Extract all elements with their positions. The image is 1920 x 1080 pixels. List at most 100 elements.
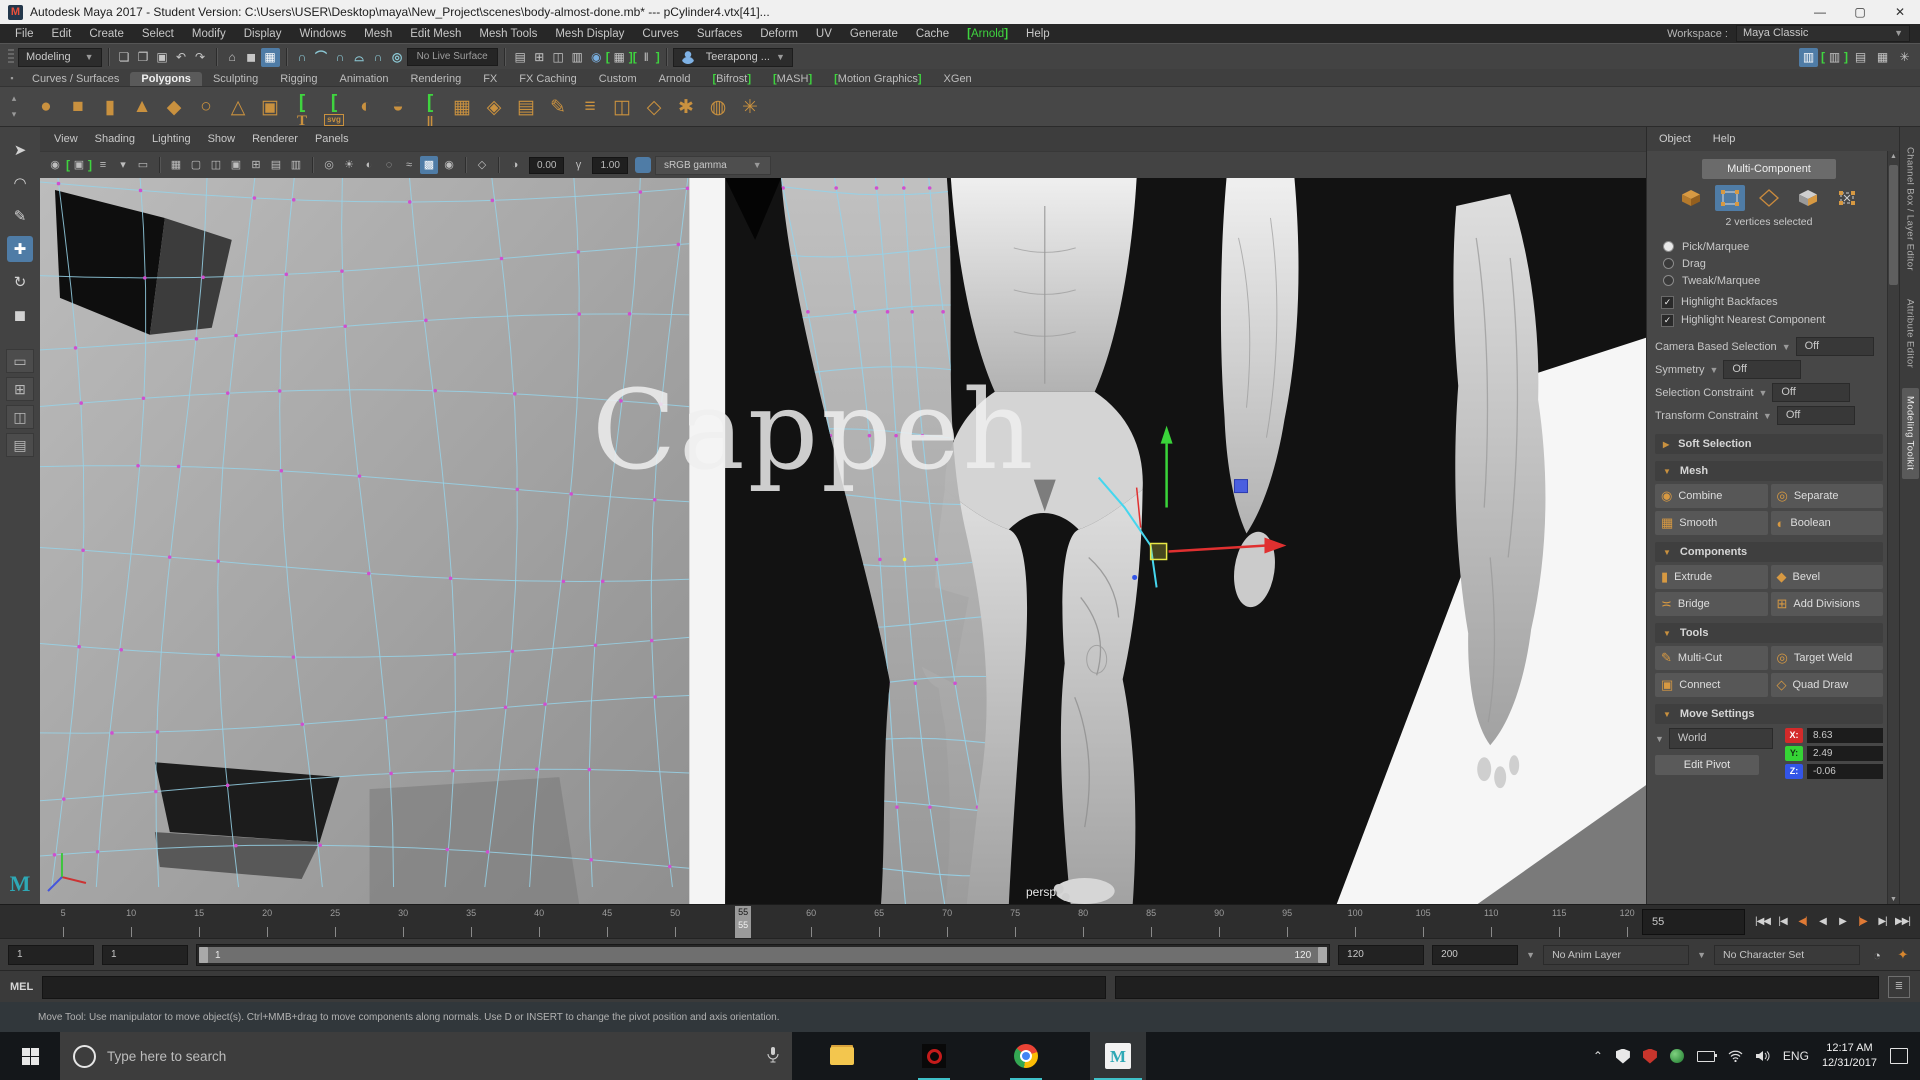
motion-blur-icon[interactable]: ≈ [400, 156, 418, 174]
toolkit-menu-object[interactable]: Object [1659, 133, 1691, 145]
select-tool[interactable]: ➤ [7, 137, 33, 163]
grip-handle[interactable] [8, 49, 14, 65]
menu-mesh-tools[interactable]: Mesh Tools [479, 28, 537, 40]
select-object-icon[interactable]: ◼ [242, 48, 261, 67]
radio-pick-marquee[interactable]: Pick/Marquee [1655, 238, 1883, 255]
paint-select-tool[interactable]: ✎ [7, 203, 33, 229]
lasso-select-tool[interactable]: ◠ [7, 170, 33, 196]
object-mode-button[interactable] [1676, 185, 1706, 211]
download-manager-icon[interactable] [1670, 1049, 1684, 1063]
range-end-handle[interactable] [1318, 947, 1327, 963]
gamma-icon[interactable]: γ [569, 156, 587, 174]
workspace-dropdown[interactable]: Maya Classic▼ [1736, 25, 1910, 42]
layout-outliner-icon[interactable]: ▥ [568, 48, 587, 67]
multi-component-mode-button[interactable] [1832, 185, 1862, 211]
tool-settings-toggle[interactable]: ▦ [1873, 48, 1892, 67]
layout-split-icon[interactable]: ◫ [549, 48, 568, 67]
mirror-geometry-icon[interactable]: ◫ [607, 92, 637, 122]
tray-chevron-icon[interactable]: ⌃ [1593, 1049, 1603, 1063]
step-forward-frame-button[interactable]: ▶| [1873, 912, 1892, 932]
range-bar[interactable]: 1 120 [199, 947, 1327, 963]
symmetry-value[interactable]: Off [1723, 360, 1801, 379]
menu-file[interactable]: File [15, 28, 34, 40]
layout-outliner-persp[interactable]: ▤ [6, 433, 34, 457]
gamma-field[interactable]: 1.00 [592, 157, 627, 174]
poly-pipe-icon[interactable]: ▣ [255, 92, 285, 122]
start-button[interactable] [0, 1032, 60, 1080]
menu-mesh-display[interactable]: Mesh Display [555, 28, 624, 40]
vertex-mode-button[interactable] [1715, 185, 1745, 211]
multi-cut-icon[interactable]: ✎ [543, 92, 573, 122]
checkbox-highlight-backfaces[interactable]: ✓Highlight Backfaces [1655, 293, 1883, 311]
animation-start-field[interactable]: 1 [8, 945, 94, 965]
save-scene-icon[interactable]: ▣ [153, 48, 172, 67]
minimize-button[interactable]: — [1800, 0, 1840, 24]
separator[interactable] [216, 48, 217, 66]
chrome-icon[interactable] [998, 1032, 1054, 1080]
soft-selection-section[interactable]: ▶ Soft Selection [1655, 434, 1883, 454]
panel-menu-show[interactable]: Show [208, 133, 236, 145]
shelf-tab-bifrost[interactable]: [Bifrost] [701, 72, 762, 86]
menu-cache[interactable]: Cache [916, 28, 949, 40]
lock-camera-icon[interactable]: [▣] [66, 156, 92, 174]
play-backwards-button[interactable]: ◀ [1813, 912, 1832, 932]
scroll-up-icon[interactable]: ▲ [1888, 153, 1899, 160]
bevel-button[interactable]: ◆Bevel [1771, 565, 1884, 589]
shelf-tab-arnold[interactable]: Arnold [648, 72, 702, 86]
bookmark-icon[interactable]: ▾ [114, 156, 132, 174]
axis-orientation-dropdown[interactable]: World [1669, 728, 1773, 749]
poly-cube-icon[interactable]: ■ [63, 92, 93, 122]
section-tools[interactable]: ▼Tools [1655, 623, 1883, 643]
close-button[interactable]: ✕ [1880, 0, 1920, 24]
extrude-face-icon[interactable]: ▤ [511, 92, 541, 122]
shadows-icon[interactable]: ◐ [360, 156, 378, 174]
side-tab-attribute-editor[interactable]: Attribute Editor [1902, 291, 1919, 376]
step-back-frame-button[interactable]: |◀ [1773, 912, 1792, 932]
layout-four-view-icon[interactable]: ⊞ [530, 48, 549, 67]
range-start-handle[interactable] [199, 947, 208, 963]
step-forward-key-button[interactable]: |▶ [1853, 912, 1872, 932]
checkbox-highlight-nearest-component[interactable]: ✓Highlight Nearest Component [1655, 311, 1883, 329]
menu-display[interactable]: Display [244, 28, 282, 40]
render-settings-icon[interactable]: [‖] [633, 48, 660, 67]
menu-create[interactable]: Create [89, 28, 124, 40]
y-position-field[interactable]: 2.49 [1807, 746, 1883, 761]
subdivide-icon[interactable]: ◈ [479, 92, 509, 122]
chevron-down-icon[interactable]: ▼ [1697, 950, 1706, 960]
side-tab-modeling-toolkit[interactable]: Modeling Toolkit [1902, 388, 1919, 478]
boolean-union-icon[interactable]: ◐ [351, 92, 381, 122]
volume-icon[interactable] [1756, 1050, 1770, 1062]
range-slider-track[interactable]: 1 120 [196, 944, 1330, 966]
snap-curve-icon[interactable]: ⌒ [312, 48, 331, 67]
menu-edit-mesh[interactable]: Edit Mesh [410, 28, 461, 40]
safe-action-icon[interactable]: ▤ [267, 156, 285, 174]
menu-modify[interactable]: Modify [192, 28, 226, 40]
side-tab-channel-box-layer-editor[interactable]: Channel Box / Layer Editor [1902, 139, 1919, 279]
menu-help[interactable]: Help [1026, 28, 1050, 40]
shelf-tab-fx[interactable]: FX [472, 72, 508, 86]
select-camera-icon[interactable]: ◉ [46, 156, 64, 174]
edit-pivot-button[interactable]: Edit Pivot [1655, 755, 1759, 775]
poly-helix-icon[interactable]: ◆ [159, 92, 189, 122]
svg-tool-icon[interactable]: [svg] [319, 92, 349, 122]
shelf-tab-animation[interactable]: Animation [329, 72, 400, 86]
poly-cone-icon[interactable]: ▲ [127, 92, 157, 122]
shelf-arrow-down-icon[interactable]: ▾ [8, 108, 20, 120]
boolean-difference-icon[interactable]: ◒ [383, 92, 413, 122]
lighting-icon[interactable]: ☀ [340, 156, 358, 174]
snap-point-icon[interactable]: ∩ [331, 48, 350, 67]
chevron-down-icon[interactable]: ▼ [1526, 950, 1535, 960]
menu-surfaces[interactable]: Surfaces [697, 28, 742, 40]
separator[interactable] [666, 48, 667, 66]
microphone-icon[interactable] [767, 1047, 779, 1066]
transform-constraint-value[interactable]: Off [1777, 406, 1855, 425]
snap-grid-icon[interactable]: ∩ [293, 48, 312, 67]
dropdown-symmetry[interactable]: Symmetry▼Off [1655, 358, 1883, 381]
quad-draw-icon[interactable]: ≡ [575, 92, 605, 122]
menu-windows[interactable]: Windows [299, 28, 346, 40]
reduce-icon[interactable]: ◍ [703, 92, 733, 122]
safe-title-icon[interactable]: ▥ [287, 156, 305, 174]
separator[interactable] [504, 48, 505, 66]
scale-tool[interactable]: ◼ [7, 302, 33, 328]
shelf-tab-mash[interactable]: [MASH] [762, 72, 823, 86]
